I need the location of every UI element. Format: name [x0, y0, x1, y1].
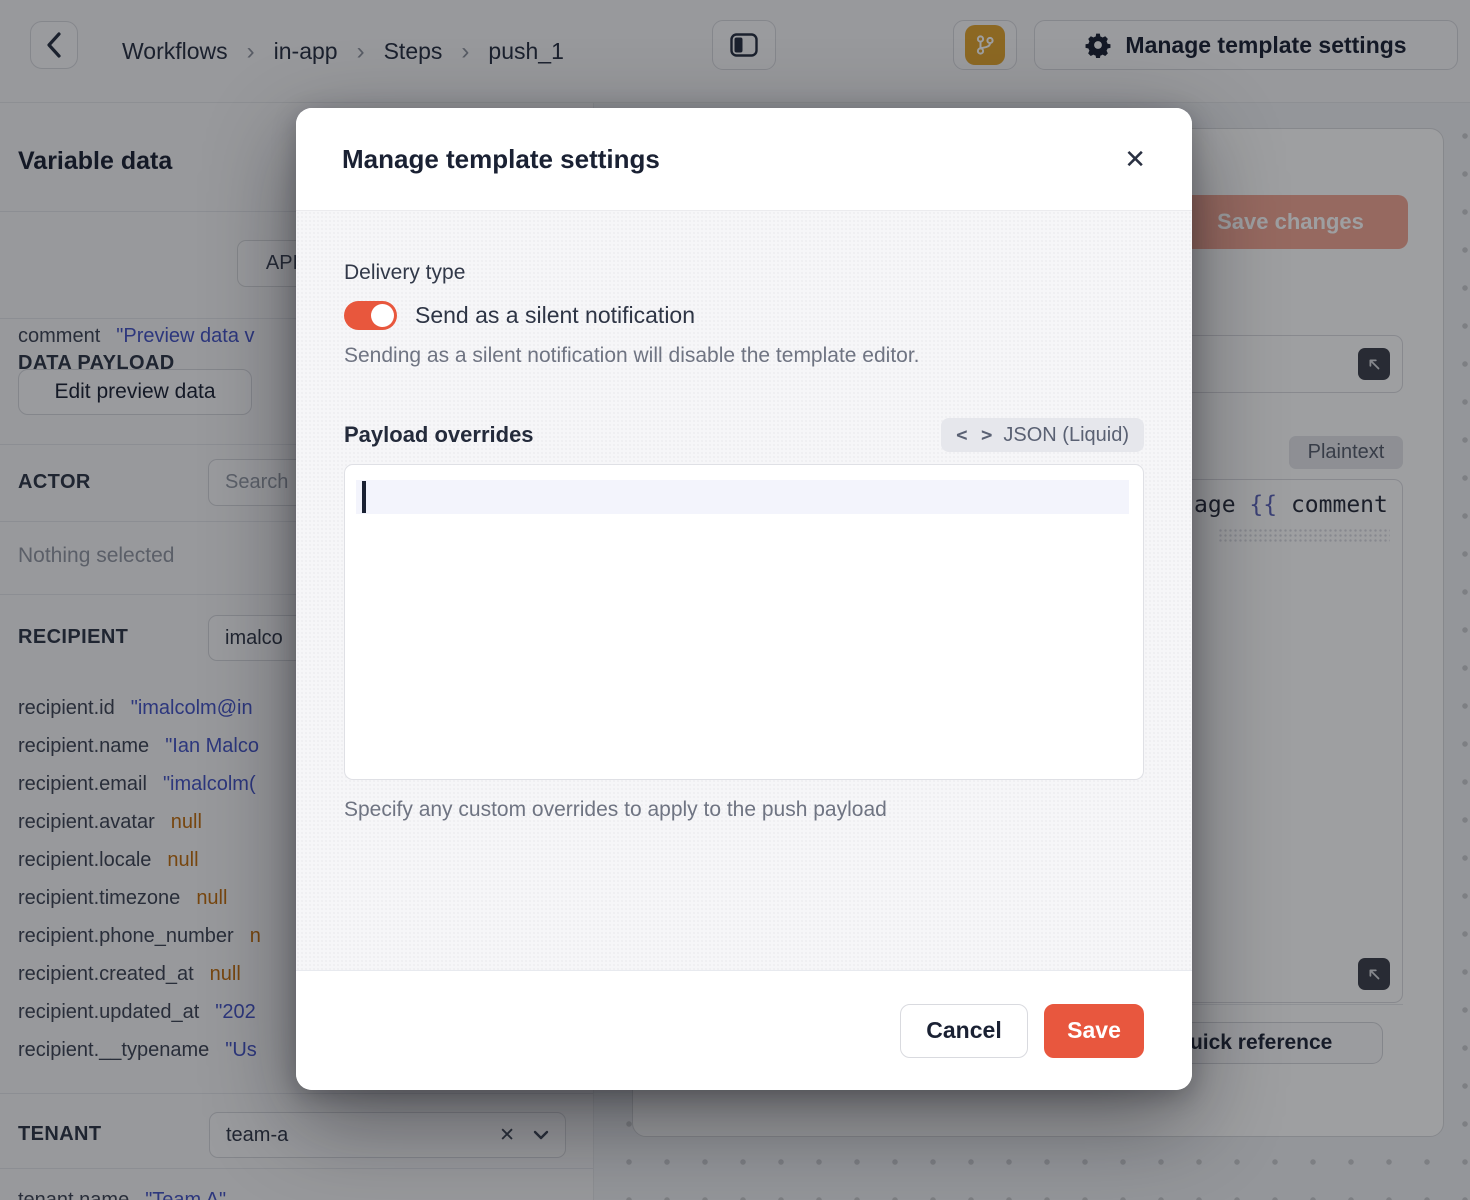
payload-overrides-editor[interactable] [344, 464, 1144, 780]
payload-overrides-heading: Payload overrides [344, 422, 534, 448]
json-liquid-badge: < > JSON (Liquid) [941, 418, 1144, 452]
silent-notification-label: Send as a silent notification [415, 302, 695, 329]
silent-notification-toggle[interactable] [344, 301, 397, 330]
modal-body: Delivery type Send as a silent notificat… [296, 210, 1192, 970]
cancel-label: Cancel [926, 1017, 1001, 1044]
delivery-helper-text: Sending as a silent notification will di… [344, 344, 1144, 368]
toggle-knob [371, 304, 394, 327]
editor-caret [362, 481, 366, 513]
overrides-helper-text: Specify any custom overrides to apply to… [344, 798, 1144, 822]
json-liquid-label: JSON (Liquid) [1003, 424, 1129, 447]
silent-notification-row: Send as a silent notification [344, 301, 1144, 330]
cancel-button[interactable]: Cancel [900, 1004, 1028, 1058]
payload-overrides-header: Payload overrides < > JSON (Liquid) [344, 418, 1144, 452]
editor-active-line [356, 480, 1129, 514]
modal-header: Manage template settings ✕ [296, 108, 1192, 210]
save-button[interactable]: Save [1044, 1004, 1144, 1058]
modal-footer: Cancel Save [296, 970, 1192, 1090]
delivery-type-heading: Delivery type [344, 261, 1144, 285]
code-brackets-icon: < > [956, 424, 993, 446]
manage-template-settings-modal: Manage template settings ✕ Delivery type… [296, 108, 1192, 1090]
save-label: Save [1067, 1017, 1121, 1044]
close-icon[interactable]: ✕ [1124, 146, 1146, 172]
modal-title: Manage template settings [342, 144, 660, 175]
